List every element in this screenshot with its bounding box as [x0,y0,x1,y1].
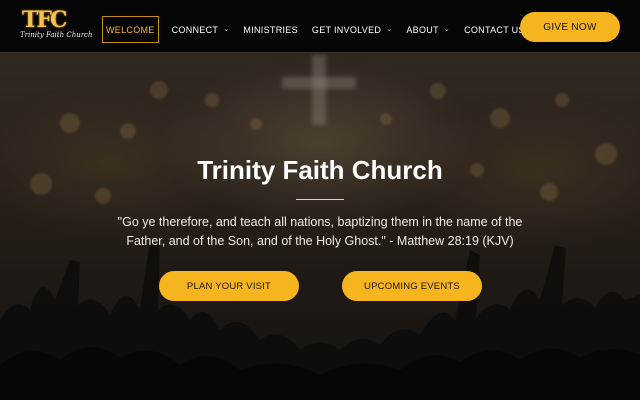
nav-item-label: MINISTRIES [243,24,298,35]
hero-title: Trinity Faith Church [197,155,443,185]
nav-item-label: CONTACT US [464,24,525,35]
nav-item-ministries[interactable]: MINISTRIES [236,16,305,43]
logo-mark: TFC [22,7,67,33]
give-now-button[interactable]: GIVE NOW [520,12,620,42]
nav-item-about[interactable]: ABOUT ⌄ [399,16,457,43]
scripture-quote: "Go ye therefore, and teach all nations,… [117,215,523,248]
chevron-down-icon: ⌄ [223,25,230,33]
nav-item-label: WELCOME [106,24,155,35]
nav-item-label: ABOUT [406,24,439,35]
logo-script: Trinity Faith Church [20,31,93,39]
title-divider [296,199,344,200]
nav-item-get-involved[interactable]: GET INVOLVED ⌄ [305,16,399,43]
hero-banner: Trinity Faith Church "Go ye therefore, a… [0,53,640,400]
plan-your-visit-button[interactable]: PLAN YOUR VISIT [159,271,299,301]
nav-item-connect[interactable]: CONNECT ⌄ [165,16,237,43]
chevron-down-icon: ⌄ [443,25,451,33]
upcoming-events-button[interactable]: UPCOMING EVENTS [342,271,482,301]
nav-item-welcome[interactable]: WELCOME [102,16,159,43]
nav-item-label: CONNECT [171,24,219,35]
church-logo[interactable]: TFC Trinity Faith Church [20,7,92,45]
main-nav: WELCOME CONNECT ⌄ MINISTRIES GET INVOLVE… [102,16,532,43]
site-header: TFC Trinity Faith Church WELCOME CONNECT… [0,0,640,53]
nav-item-label: GET INVOLVED [311,24,382,35]
chevron-down-icon: ⌄ [386,25,393,33]
